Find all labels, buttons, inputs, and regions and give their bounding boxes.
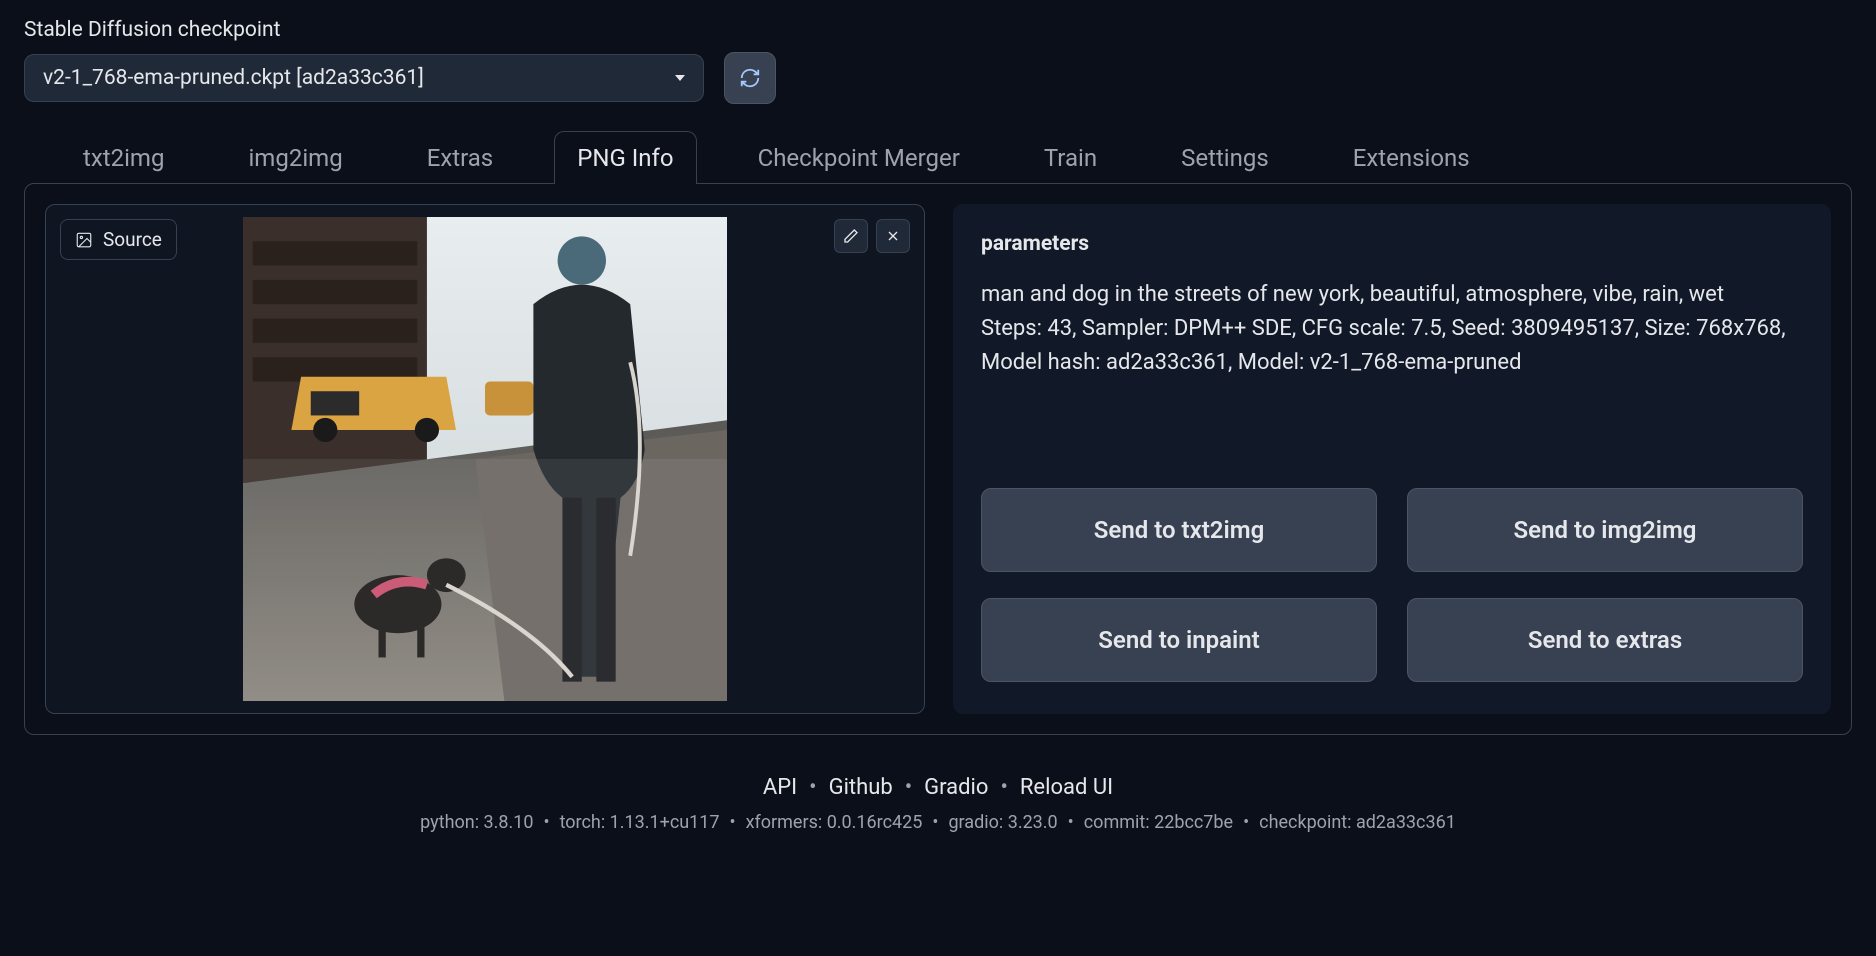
tab-checkpoint-merger[interactable]: Checkpoint Merger (735, 131, 983, 184)
footer-meta-torch: torch: 1.13.1+cu117 (560, 812, 720, 833)
send-to-txt2img-button[interactable]: Send to txt2img (981, 488, 1377, 572)
footer-meta-checkpoint: checkpoint: ad2a33c361 (1259, 812, 1456, 833)
meta-text: Steps: 43, Sampler: DPM++ SDE, CFG scale… (981, 312, 1803, 380)
pencil-icon (843, 228, 859, 244)
footer-link-github[interactable]: Github (829, 775, 893, 800)
clear-image-button[interactable] (876, 219, 910, 253)
footer-meta-python: python: 3.8.10 (420, 812, 533, 833)
tab-png-info[interactable]: PNG Info (554, 131, 696, 184)
source-image-box[interactable]: Source (45, 204, 925, 714)
footer-meta-xformers: xformers: 0.0.16rc425 (746, 812, 923, 833)
checkpoint-row: v2-1_768-ema-pruned.ckpt [ad2a33c361] (24, 52, 1852, 104)
source-label: Source (103, 228, 162, 251)
source-image-preview (243, 217, 727, 701)
footer-meta-commit: commit: 22bcc7be (1084, 812, 1233, 833)
footer-link-gradio[interactable]: Gradio (924, 775, 988, 800)
dot-separator: • (1000, 775, 1007, 800)
footer: API • Github • Gradio • Reload UI python… (24, 775, 1852, 833)
footer-link-api[interactable]: API (763, 775, 797, 800)
dot-separator: • (809, 775, 816, 800)
checkpoint-dropdown[interactable]: v2-1_768-ema-pruned.ckpt [ad2a33c361] (24, 54, 704, 102)
tab-bar: txt2img img2img Extras PNG Info Checkpoi… (24, 130, 1852, 183)
send-to-extras-button[interactable]: Send to extras (1407, 598, 1803, 682)
footer-link-reload-ui[interactable]: Reload UI (1020, 775, 1113, 800)
send-to-img2img-button[interactable]: Send to img2img (1407, 488, 1803, 572)
parameters-body: man and dog in the streets of new york, … (981, 278, 1803, 380)
close-icon (885, 228, 901, 244)
checkpoint-label: Stable Diffusion checkpoint (24, 18, 1852, 42)
image-actions (834, 219, 910, 253)
footer-links: API • Github • Gradio • Reload UI (24, 775, 1852, 800)
refresh-icon (739, 67, 761, 89)
image-icon (75, 231, 93, 249)
chevron-down-icon (675, 75, 685, 81)
footer-meta-gradio: gradio: 3.23.0 (948, 812, 1057, 833)
send-to-inpaint-button[interactable]: Send to inpaint (981, 598, 1377, 682)
source-chip[interactable]: Source (60, 219, 177, 260)
send-button-grid: Send to txt2img Send to img2img Send to … (981, 488, 1803, 682)
tab-settings[interactable]: Settings (1158, 131, 1292, 184)
parameters-title: parameters (981, 232, 1803, 256)
tab-img2img[interactable]: img2img (225, 131, 365, 184)
dot-separator: • (905, 775, 912, 800)
info-panel: parameters man and dog in the streets of… (953, 204, 1831, 714)
tab-train[interactable]: Train (1021, 131, 1120, 184)
prompt-text: man and dog in the streets of new york, … (981, 278, 1803, 312)
reload-checkpoint-button[interactable] (724, 52, 776, 104)
edit-image-button[interactable] (834, 219, 868, 253)
main-panel: Source (24, 183, 1852, 735)
tab-txt2img[interactable]: txt2img (60, 131, 187, 184)
footer-meta: python: 3.8.10• torch: 1.13.1+cu117• xfo… (24, 812, 1852, 833)
checkpoint-value: v2-1_768-ema-pruned.ckpt [ad2a33c361] (43, 66, 424, 90)
tab-extras[interactable]: Extras (404, 131, 517, 184)
tab-extensions[interactable]: Extensions (1330, 131, 1493, 184)
